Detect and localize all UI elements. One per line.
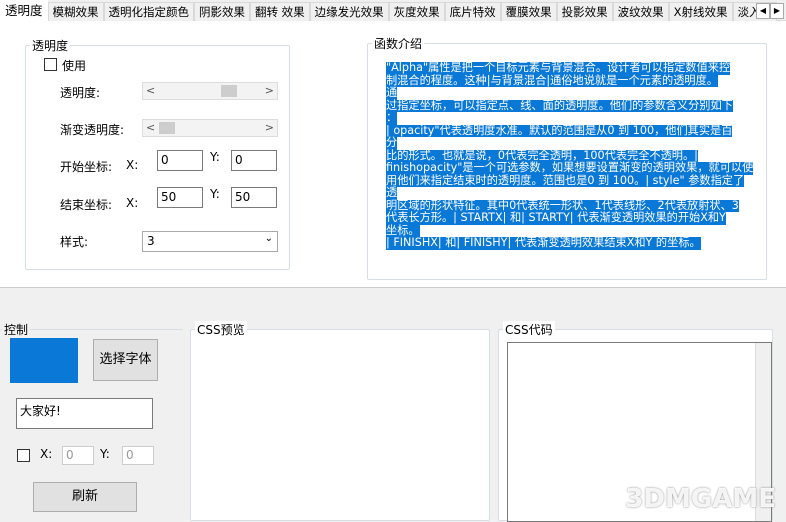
group-title: 函数介绍 (372, 35, 425, 52)
intro-group: 函数介绍 "Alpha"属性是把一个目标元素与背景混合。设计者可以指定数值来控制… (367, 35, 767, 280)
tab-page-opacity: 透明度 使用 透明度: < > 渐变透明度: < > 开始坐标: X: 0 Y: 0… (0, 21, 786, 287)
start-x-input[interactable]: 0 (157, 150, 203, 171)
start-y-label: Y: (210, 150, 220, 164)
text-input[interactable]: 大家好! (16, 398, 153, 429)
intro-line: "Alpha"属性是把一个目标元素与背景混合。设计者可以指定数值来控 (386, 61, 731, 75)
intro-line: ： (386, 111, 398, 125)
group-title: CSS代码 (503, 321, 555, 338)
intro-line: 透 (386, 186, 398, 200)
intro-line: 通 (386, 86, 398, 100)
css-preview-group: CSS预览 (190, 321, 490, 521)
intro-line: 过指定坐标，可以指定点、线、面的透明度。他们的参数含义分别如下 (386, 98, 733, 112)
control-group: 控制 选择字体 大家好! X: 0 Y: 0 刷新 (0, 321, 183, 519)
end-y-input[interactable]: 50 (231, 187, 277, 208)
intro-line: 分 (386, 136, 398, 150)
tab-2[interactable]: 透明化指定颜色 (103, 2, 195, 22)
end-coord-label: 结束坐标: (60, 198, 113, 212)
intro-line: | opacity"代表透明度水准。默认的范围是从0 到 100，他们其实是百 (386, 123, 733, 137)
opacity-group: 透明度 使用 透明度: < > 渐变透明度: < > 开始坐标: X: 0 Y: 0… (25, 37, 290, 270)
start-x-label: X: (126, 158, 139, 172)
y-label: Y: (100, 447, 110, 461)
tab-3[interactable]: 阴影效果 (194, 2, 251, 22)
tab-scroll: ◀ ▶ (756, 3, 784, 19)
tab-6[interactable]: 灰度效果 (388, 2, 445, 22)
select-font-button[interactable]: 选择字体 (93, 339, 158, 381)
intro-line: 用他们来指定结束时的透明度。范围也是0 到 100。| style" 参数指定了 (386, 173, 745, 187)
start-y-input[interactable]: 0 (231, 150, 277, 171)
tab-8[interactable]: 覆膜效果 (500, 2, 557, 22)
intro-line: 代表长方形。| STARTX| 和| STARTY| 代表渐变透明效果的开始X和… (386, 211, 726, 225)
end-x-label: X: (126, 196, 139, 210)
tab-11[interactable]: X射线效果 (668, 2, 733, 22)
tab-5[interactable]: 边缘发光效果 (309, 2, 389, 22)
style-select[interactable]: 3 ⌄ (142, 231, 278, 252)
opacity-slider[interactable]: < > (142, 82, 278, 100)
tab-4[interactable]: 翻转 效果 (250, 2, 310, 22)
y-input[interactable]: 0 (122, 446, 154, 465)
slider-thumb[interactable] (159, 122, 175, 134)
group-title: 透明度 (30, 37, 71, 54)
tab-bar: 透明度 模糊效果 透明化指定颜色 阴影效果 翻转 效果 边缘发光效果 灰度效果 底片特效 覆膜效… (0, 0, 786, 22)
intro-line: 制混合的程度。这种|与背景混合|通俗地说就是一个元素的透明度。 (386, 73, 718, 87)
tab-0[interactable]: 透明度 (0, 0, 48, 22)
slider-thumb[interactable] (221, 85, 237, 97)
intro-text[interactable]: "Alpha"属性是把一个目标元素与背景混合。设计者可以指定数值来控 制混合的程度… (386, 61, 754, 250)
end-y-label: Y: (210, 187, 220, 201)
group-title: 控制 (2, 321, 31, 338)
gradient-opacity-slider[interactable]: < > (142, 119, 278, 137)
color-swatch[interactable] (10, 338, 78, 383)
x-input[interactable]: 0 (62, 446, 94, 465)
refresh-button[interactable]: 刷新 (33, 482, 137, 512)
end-x-input[interactable]: 50 (157, 187, 203, 208)
intro-line: | FINISHX| 和| FINISHY| 代表渐变透明效果结束X和Y 的坐标… (386, 236, 701, 250)
use-label: 使用 (62, 59, 87, 73)
watermark-logo: 3DMGAME (625, 484, 776, 514)
opacity-label: 透明度: (60, 86, 101, 100)
tab-9[interactable]: 投影效果 (556, 2, 613, 22)
lower-panel: 控制 选择字体 大家好! X: 0 Y: 0 刷新 CSS预览 CSS代码 3D… (0, 287, 786, 522)
style-label: 样式: (60, 235, 89, 249)
x-label: X: (40, 447, 53, 461)
intro-line: finishopacity"是一个可选参数，如果想要设置渐变的透明效果，就可以使 (386, 161, 754, 175)
tab-1[interactable]: 模糊效果 (47, 2, 104, 22)
tab-scroll-left-button[interactable]: ◀ (756, 3, 770, 19)
tab-scroll-right-button[interactable]: ▶ (770, 3, 784, 19)
xy-checkbox[interactable] (17, 449, 30, 462)
chevron-down-icon: ⌄ (264, 233, 273, 244)
start-coord-label: 开始坐标: (60, 160, 113, 174)
gradient-opacity-label: 渐变透明度: (60, 123, 125, 137)
tab-7[interactable]: 底片特效 (444, 2, 501, 22)
tab-10[interactable]: 波纹效果 (612, 2, 669, 22)
group-title: CSS预览 (195, 321, 247, 338)
style-value: 3 (147, 234, 155, 248)
use-checkbox[interactable] (44, 58, 57, 71)
